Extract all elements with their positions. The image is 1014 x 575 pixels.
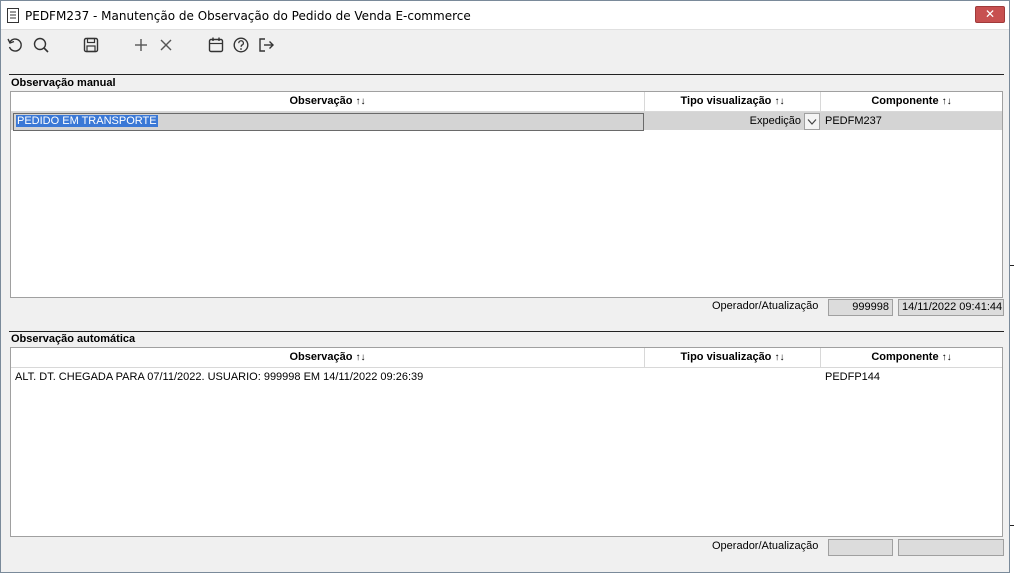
column-header-tipo-visualizacao[interactable]: Tipo visualização ↑↓ [645, 348, 821, 368]
manual-section-title: Observação manual [11, 77, 116, 89]
table-row[interactable]: PEDIDO EM TRANSPORTE Expedição PEDFM237 [11, 112, 1002, 131]
document-icon [7, 8, 19, 23]
sort-icon: ↑↓ [774, 96, 785, 107]
refresh-icon[interactable] [6, 36, 24, 54]
add-icon[interactable] [132, 36, 150, 54]
operador-atualizacao-label: Operador/Atualização [712, 300, 819, 312]
grid-header: Observação ↑↓ Tipo visualização ↑↓ Compo… [11, 348, 1002, 368]
column-header-tipo-visualizacao[interactable]: Tipo visualização ↑↓ [645, 92, 821, 112]
sort-icon: ↑↓ [774, 352, 785, 363]
window-title: PEDFM237 - Manutenção de Observação do P… [25, 9, 471, 23]
operador-field: 999998 [828, 299, 893, 316]
componente-cell: PEDFP144 [825, 371, 881, 383]
dropdown-button[interactable] [804, 113, 820, 130]
manual-observations-grid: Observação ↑↓ Tipo visualização ↑↓ Compo… [10, 91, 1003, 298]
tipo-visualizacao-cell [647, 368, 817, 386]
operador-atualizacao-label: Operador/Atualização [712, 540, 819, 552]
observacao-text[interactable]: PEDIDO EM TRANSPORTE [16, 115, 158, 127]
toolbar [1, 31, 1009, 59]
atualizacao-field: 14/11/2022 09:41:44 [898, 299, 1004, 316]
atualizacao-field [898, 539, 1004, 556]
section-divider [9, 74, 1004, 75]
componente-cell: PEDFM237 [825, 115, 882, 127]
edge-divider [1010, 265, 1014, 266]
delete-icon[interactable] [157, 36, 175, 54]
exit-icon[interactable] [257, 36, 275, 54]
tipo-visualizacao-value: Expedição [749, 115, 801, 127]
tipo-visualizacao-select[interactable]: Expedição [645, 112, 804, 130]
close-icon[interactable]: ✕ [985, 7, 995, 21]
calendar-icon[interactable] [207, 36, 225, 54]
close-button[interactable]: ✕ [975, 6, 1005, 23]
title-bar: PEDFM237 - Manutenção de Observação do P… [1, 1, 1009, 30]
section-divider [9, 331, 1004, 332]
operador-field [828, 539, 893, 556]
sort-icon: ↑↓ [355, 352, 366, 363]
observacao-cell: ALT. DT. CHEGADA PARA 07/11/2022. USUARI… [15, 371, 424, 383]
table-row[interactable]: ALT. DT. CHEGADA PARA 07/11/2022. USUARI… [11, 368, 1002, 386]
column-header-componente[interactable]: Componente ↑↓ [821, 92, 1002, 112]
auto-section-title: Observação automática [11, 333, 136, 345]
column-header-componente[interactable]: Componente ↑↓ [821, 348, 1002, 368]
grid-header: Observação ↑↓ Tipo visualização ↑↓ Compo… [11, 92, 1002, 112]
main-window: PEDFM237 - Manutenção de Observação do P… [0, 0, 1010, 573]
observacao-input[interactable]: PEDIDO EM TRANSPORTE [13, 113, 644, 131]
sort-icon: ↑↓ [941, 96, 952, 107]
auto-observations-grid: Observação ↑↓ Tipo visualização ↑↓ Compo… [10, 347, 1003, 537]
save-icon[interactable] [82, 36, 100, 54]
edge-divider [1010, 525, 1014, 526]
sort-icon: ↑↓ [941, 352, 952, 363]
chevron-down-icon [807, 119, 817, 125]
column-header-observacao[interactable]: Observação ↑↓ [11, 348, 645, 368]
help-icon[interactable] [232, 36, 250, 54]
column-header-observacao[interactable]: Observação ↑↓ [11, 92, 645, 112]
search-icon[interactable] [32, 36, 50, 54]
sort-icon: ↑↓ [355, 96, 366, 107]
